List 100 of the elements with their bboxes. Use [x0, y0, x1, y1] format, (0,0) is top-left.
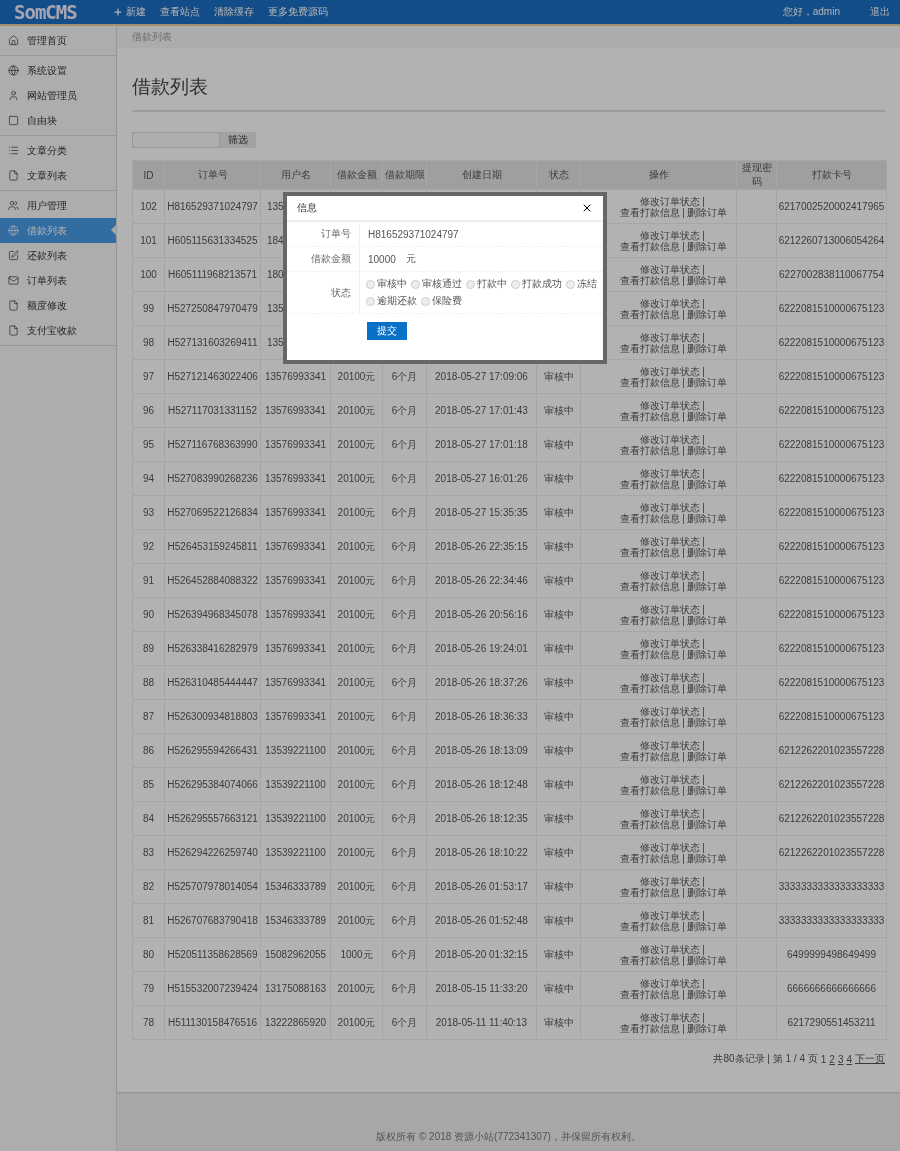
- page-link[interactable]: 1: [820, 1053, 827, 1065]
- action-link[interactable]: 查看打款信息: [620, 478, 681, 490]
- action-link[interactable]: 修改订单状态: [640, 637, 701, 649]
- sidebar-item[interactable]: 网站管理员: [0, 83, 116, 108]
- search-field[interactable]: [132, 132, 220, 148]
- action-link[interactable]: 修改订单状态: [640, 365, 701, 377]
- action-link[interactable]: 删除订单: [686, 444, 727, 456]
- nav-link[interactable]: 新建: [112, 5, 146, 19]
- sidebar-item[interactable]: 还款列表: [0, 243, 116, 268]
- action-link[interactable]: 删除订单: [686, 750, 727, 762]
- action-link[interactable]: 查看打款信息: [620, 546, 681, 558]
- action-link[interactable]: 删除订单: [686, 818, 727, 830]
- action-link[interactable]: 修改订单状态: [640, 943, 701, 955]
- action-link[interactable]: 修改订单状态: [640, 807, 701, 819]
- action-link[interactable]: 删除订单: [686, 546, 727, 558]
- sidebar-item[interactable]: 管理首页: [0, 28, 116, 53]
- action-link[interactable]: 修改订单状态: [640, 467, 701, 479]
- status-radio[interactable]: 审核中: [366, 277, 407, 291]
- action-link[interactable]: 修改订单状态: [640, 195, 701, 207]
- page-link[interactable]: 3: [837, 1053, 844, 1065]
- action-link[interactable]: 查看打款信息: [620, 648, 681, 660]
- action-link[interactable]: 修改订单状态: [640, 229, 701, 241]
- action-link[interactable]: 查看打款信息: [620, 1022, 681, 1034]
- action-link[interactable]: 修改订单状态: [640, 569, 701, 581]
- action-link[interactable]: 删除订单: [686, 682, 727, 694]
- action-link[interactable]: 删除订单: [686, 886, 727, 898]
- action-link[interactable]: 修改订单状态: [640, 535, 701, 547]
- status-radio[interactable]: 冻结: [566, 277, 597, 291]
- action-link[interactable]: 修改订单状态: [640, 739, 701, 751]
- action-link[interactable]: 修改订单状态: [640, 297, 701, 309]
- action-link[interactable]: 修改订单状态: [640, 909, 701, 921]
- action-link[interactable]: 查看打款信息: [620, 988, 681, 1000]
- action-link[interactable]: 修改订单状态: [640, 331, 701, 343]
- action-link[interactable]: 查看打款信息: [620, 512, 681, 524]
- action-link[interactable]: 删除订单: [686, 274, 727, 286]
- sidebar-item[interactable]: 用户管理: [0, 193, 116, 218]
- nav-link[interactable]: 清除缓存: [213, 5, 254, 19]
- page-link[interactable]: 2: [829, 1053, 835, 1065]
- action-link[interactable]: 删除订单: [686, 206, 727, 218]
- action-link[interactable]: 删除订单: [686, 988, 727, 1000]
- sidebar-item[interactable]: 系统设置: [0, 58, 116, 83]
- action-link[interactable]: 查看打款信息: [620, 886, 681, 898]
- sidebar-item[interactable]: 文章列表: [0, 163, 116, 188]
- action-link[interactable]: 删除订单: [686, 240, 727, 252]
- sidebar-item[interactable]: 额度修改: [0, 293, 116, 318]
- action-link[interactable]: 查看打款信息: [620, 852, 681, 864]
- action-link[interactable]: 删除订单: [686, 376, 727, 388]
- close-button[interactable]: [581, 202, 593, 214]
- sidebar-item[interactable]: 支付宝收款: [0, 318, 116, 343]
- action-link[interactable]: 修改订单状态: [640, 875, 701, 887]
- action-link[interactable]: 删除订单: [686, 512, 727, 524]
- sidebar-item[interactable]: 自由块: [0, 108, 116, 133]
- action-link[interactable]: 删除订单: [686, 648, 727, 660]
- action-link[interactable]: 修改订单状态: [640, 603, 701, 615]
- action-link[interactable]: 查看打款信息: [620, 444, 681, 456]
- page-link[interactable]: 4: [846, 1053, 852, 1065]
- action-link[interactable]: 查看打款信息: [620, 580, 681, 592]
- action-link[interactable]: 查看打款信息: [620, 784, 681, 796]
- action-link[interactable]: 修改订单状态: [640, 841, 701, 853]
- action-link[interactable]: 查看打款信息: [620, 240, 681, 252]
- action-link[interactable]: 查看打款信息: [620, 920, 681, 932]
- action-link[interactable]: 删除订单: [686, 614, 727, 626]
- action-link[interactable]: 删除订单: [686, 852, 727, 864]
- action-link[interactable]: 删除订单: [686, 342, 727, 354]
- action-link[interactable]: 修改订单状态: [640, 671, 701, 683]
- action-link[interactable]: 删除订单: [686, 716, 727, 728]
- action-link[interactable]: 查看打款信息: [620, 716, 681, 728]
- action-link[interactable]: 查看打款信息: [620, 410, 681, 422]
- action-link[interactable]: 查看打款信息: [620, 614, 681, 626]
- action-link[interactable]: 删除订单: [686, 920, 727, 932]
- action-link[interactable]: 删除订单: [686, 580, 727, 592]
- action-link[interactable]: 修改订单状态: [640, 705, 701, 717]
- action-link[interactable]: 修改订单状态: [640, 1011, 701, 1023]
- action-link[interactable]: 查看打款信息: [620, 206, 681, 218]
- submit-button[interactable]: 提交: [367, 322, 407, 340]
- action-link[interactable]: 修改订单状态: [640, 977, 701, 989]
- status-radio[interactable]: 打款中: [466, 277, 507, 291]
- action-link[interactable]: 查看打款信息: [620, 342, 681, 354]
- filter-button[interactable]: 筛选: [220, 132, 256, 148]
- nav-link[interactable]: 查看站点: [159, 5, 200, 19]
- action-link[interactable]: 查看打款信息: [620, 274, 681, 286]
- action-link[interactable]: 修改订单状态: [640, 433, 701, 445]
- action-link[interactable]: 删除订单: [686, 410, 727, 422]
- action-link[interactable]: 修改订单状态: [640, 263, 701, 275]
- action-link[interactable]: 查看打款信息: [620, 818, 681, 830]
- sidebar-item[interactable]: 订单列表: [0, 268, 116, 293]
- status-radio[interactable]: 打款成功: [511, 277, 562, 291]
- next-page-link[interactable]: 下一页: [855, 1052, 885, 1066]
- action-link[interactable]: 查看打款信息: [620, 954, 681, 966]
- action-link[interactable]: 查看打款信息: [620, 750, 681, 762]
- action-link[interactable]: 删除订单: [686, 1022, 727, 1034]
- action-link[interactable]: 查看打款信息: [620, 376, 681, 388]
- action-link[interactable]: 修改订单状态: [640, 501, 701, 513]
- action-link[interactable]: 查看打款信息: [620, 308, 681, 320]
- status-radio[interactable]: 保险费: [421, 294, 462, 308]
- action-link[interactable]: 修改订单状态: [640, 773, 701, 785]
- action-link[interactable]: 删除订单: [686, 478, 727, 490]
- nav-link[interactable]: 更多免费源码: [267, 5, 328, 19]
- logout-link[interactable]: 退出: [870, 5, 890, 19]
- status-radio[interactable]: 逾期还款: [366, 294, 417, 308]
